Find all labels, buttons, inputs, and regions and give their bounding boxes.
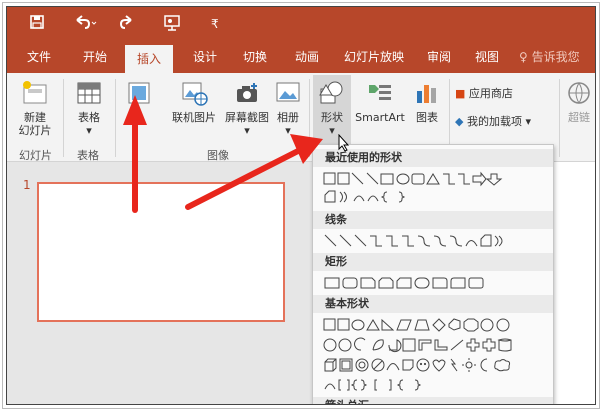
tab-view[interactable]: 视图 [465,41,509,73]
chevron-down-icon: ▾ [86,124,92,137]
online-pictures-label: 联机图片 [172,111,216,124]
picture-icon [128,82,150,104]
tab-review[interactable]: 审阅 [419,41,459,73]
tell-me-search[interactable]: ♀ 告诉我您 [519,41,580,73]
tab-design[interactable]: 设计 [183,41,227,73]
chart-icon [417,85,436,103]
screenshot-button[interactable]: 屏幕截图 ▾ [221,79,273,137]
rectangle-shapes-icons [324,277,484,289]
recent-shapes-icons [323,171,503,187]
ribbon-tabs: 文件 开始 插入 设计 切换 动画 幻灯片放映 审阅 视图 ♀ 告诉我您 [7,41,595,73]
new-slide-button[interactable]: 新建 幻灯片 [13,79,57,137]
basic-shapes-icons-3 [324,358,511,372]
section-rectangles: 矩形 [313,253,553,271]
store-label: 应用商店 [468,87,513,100]
store-button[interactable]: ■ 应用商店 [455,87,537,100]
tab-animations[interactable]: 动画 [285,41,329,73]
smartart-label: SmartArt [355,111,405,124]
basic-shapes-icons-2 [323,337,512,353]
shapes-icon [319,81,343,104]
screenshot-label: 屏幕截图 [225,111,269,124]
tab-file[interactable]: 文件 [17,41,61,73]
section-basic-shapes: 基本形状 [313,295,553,313]
globe-icon [568,82,590,104]
rectangles-row[interactable] [323,275,543,291]
line-shapes-icons [324,234,503,247]
basic-shapes-row-4[interactable] [323,377,463,393]
customize-qat-icon[interactable]: ₹ [211,14,219,34]
smartart-icon [369,85,391,100]
addins-icon: ◆ [455,115,464,128]
tab-transitions[interactable]: 切换 [233,41,277,73]
table-button[interactable]: 表格 ▾ [69,79,109,137]
tab-insert[interactable]: 插入 [125,45,173,73]
chevron-down-icon: ▾ [285,124,291,137]
hyperlink-button[interactable]: 超链 [563,79,595,124]
redo-icon[interactable] [119,14,135,35]
photo-album-button[interactable]: 相册 ▾ [269,79,307,137]
slide-thumbnail[interactable] [37,182,285,322]
undo-icon[interactable] [73,14,97,35]
title-bar: ₹ [7,7,595,41]
online-pictures-icon [182,82,208,106]
recent-shapes-row[interactable] [323,171,543,187]
slide-number: 1 [23,178,31,192]
present-from-start-icon[interactable] [163,14,181,37]
new-slide-label-2: 幻灯片 [18,124,52,137]
recent-shapes-row-2[interactable] [323,189,443,205]
basic-shapes-row-3[interactable] [323,357,543,373]
chart-button[interactable]: 图表 [409,79,445,124]
store-icon: ■ [455,87,466,100]
new-slide-label: 新建 [24,111,46,124]
mouse-cursor-icon [338,134,350,152]
slide-thumbnail-pane: 1 [7,162,303,404]
tab-slideshow[interactable]: 幻灯片放映 [335,41,413,73]
album-icon [276,82,300,102]
section-lines: 线条 [313,211,553,229]
basic-shapes-icons-1 [323,318,510,332]
album-label: 相册 [277,111,299,124]
tab-home[interactable]: 开始 [73,41,117,73]
lines-row[interactable] [323,233,543,249]
my-addins-label: 我的加载项 [466,115,522,128]
save-icon[interactable] [29,14,45,35]
shapes-label: 形状 [321,111,343,124]
table-icon [77,82,101,104]
smartart-button[interactable]: SmartArt [353,79,407,124]
basic-shapes-icons-4 [324,379,422,391]
camera-icon [237,83,257,102]
basic-shapes-row-1[interactable] [323,317,543,333]
slides-group-label: 幻灯片 [19,149,52,162]
recent-shapes-icons-2 [324,190,406,203]
tables-group-label: 表格 [77,149,99,162]
new-slide-icon [23,81,47,104]
images-group-label: 图像 [207,149,229,162]
table-label: 表格 [78,111,100,124]
chart-label: 图表 [416,111,438,124]
chevron-down-icon: ▾ [244,124,250,137]
powerpoint-window: ₹ 文件 开始 插入 设计 切换 动画 幻灯片放映 审阅 视图 ♀ 告诉我您 新… [6,6,596,405]
my-addins-button[interactable]: ◆ 我的加载项 ▾ [455,115,555,128]
online-pictures-button[interactable]: 联机图片 [167,79,221,124]
chevron-down-icon: ▾ [525,115,531,128]
shapes-gallery: 最近使用的形状 线条 矩形 基本形状 [312,144,554,404]
section-block-arrows: 箭头总汇 [313,397,553,404]
basic-shapes-row-2[interactable] [323,337,543,353]
hyperlink-label: 超链 [568,111,590,124]
pictures-button[interactable] [121,79,157,111]
